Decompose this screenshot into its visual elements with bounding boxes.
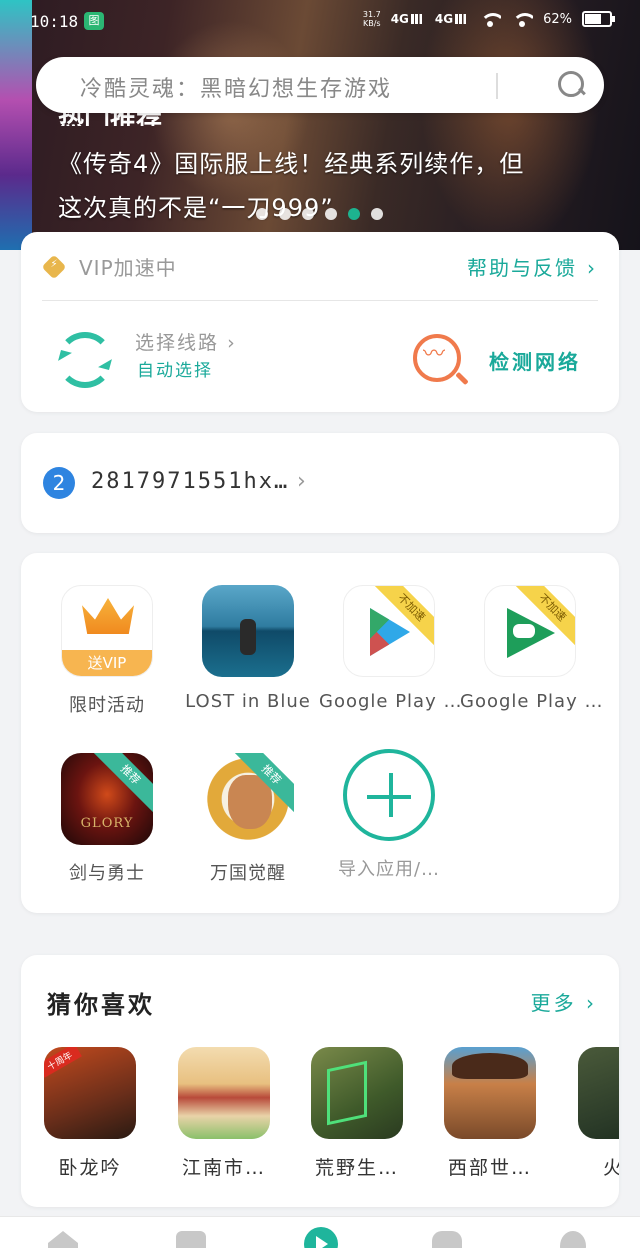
signal-4g-2: 4G	[435, 12, 470, 26]
carousel-dots	[256, 208, 383, 220]
network-detect-button[interactable]: 检测网络	[489, 346, 581, 375]
chevron-right-icon: ›	[586, 991, 597, 1015]
game-item[interactable]: 荒野生…	[302, 1047, 412, 1180]
app-item[interactable]: 不加速 Google Play …	[460, 585, 604, 712]
add-circle-icon[interactable]	[343, 749, 435, 841]
recommended-games-card: 猜你喜欢 更多 › 卧龙吟 江南市… 荒野生… 西部世… 火力	[21, 955, 619, 1207]
accelerated-apps-card: 送VIP 限时活动 LOST in Blue 不加速 Google Play ……	[21, 553, 619, 913]
app-label: 导入应用/…	[337, 859, 441, 880]
hotspot-wifi-icon	[511, 11, 534, 27]
network-speed: 31.7 KB/s	[363, 10, 381, 28]
home-icon[interactable]	[48, 1231, 78, 1248]
game-item[interactable]: 火力	[569, 1047, 619, 1180]
carousel-dot[interactable]	[279, 208, 291, 220]
status-bar: 10:18 图 31.7 KB/s 4G 4G 62%	[0, 0, 640, 44]
section-title: 猜你喜欢	[47, 991, 155, 1019]
game-label: 荒野生…	[314, 1157, 399, 1179]
vip-crown-icon[interactable]: 送VIP	[61, 585, 153, 677]
chevron-right-icon: ›	[227, 332, 237, 354]
vip-acceleration-card: VIP加速中 帮助与反馈 › 选择线路 › 自动选择 检测网络	[21, 232, 619, 412]
app-label: 万国觉醒	[210, 863, 286, 884]
glory-game-icon[interactable]: GLORY 推荐	[61, 753, 153, 845]
recommend-ribbon: 推荐	[91, 753, 153, 814]
vip-status-label: VIP加速中	[79, 256, 177, 280]
game-label: 江南市…	[181, 1157, 266, 1179]
lost-in-blue-icon[interactable]	[202, 585, 294, 677]
account-badge: 2	[43, 467, 75, 499]
network-speed-value: 31.7	[362, 10, 381, 19]
app-item[interactable]: GLORY 推荐 剑与勇士	[37, 753, 177, 885]
refresh-route-icon[interactable]	[57, 332, 113, 388]
status-time: 10:18	[30, 12, 79, 31]
profile-icon[interactable]	[560, 1231, 586, 1248]
google-play-icon[interactable]: 不加速	[343, 585, 435, 677]
google-play-games-icon[interactable]: 不加速	[484, 585, 576, 677]
firepower-icon[interactable]	[578, 1047, 619, 1139]
vip-lightning-icon	[41, 254, 67, 280]
search-placeholder[interactable]: 冷酷灵魂：黑暗幻想生存游戏	[80, 71, 392, 103]
app-item[interactable]: 不加速 Google Play …	[319, 585, 463, 712]
import-app-item[interactable]: 导入应用/…	[319, 749, 459, 881]
battery-icon	[582, 11, 615, 27]
gamepad-shape	[513, 624, 535, 638]
game-item[interactable]: 西部世…	[435, 1047, 545, 1180]
app-label: LOST in Blue	[185, 691, 311, 712]
help-feedback-link[interactable]: 帮助与反馈 ›	[467, 252, 597, 281]
app-item[interactable]: 送VIP 限时活动	[37, 585, 177, 717]
status-indicators: 31.7 KB/s 4G 4G 62%	[363, 10, 615, 28]
crown-shape	[82, 598, 134, 634]
game-item[interactable]: 卧龙吟	[35, 1047, 145, 1180]
chevron-right-icon: ›	[587, 256, 597, 280]
app-item[interactable]: LOST in Blue	[178, 585, 318, 712]
wolongyin-icon[interactable]	[44, 1047, 136, 1139]
game-label: 卧龙吟	[58, 1157, 122, 1179]
wilderness-icon[interactable]	[311, 1047, 403, 1139]
search-icon[interactable]	[558, 71, 584, 97]
glory-logo: GLORY	[80, 816, 134, 831]
app-item[interactable]: 推荐 万国觉醒	[178, 753, 318, 885]
network-speed-unit: KB/s	[362, 19, 381, 28]
route-select-button[interactable]: 选择线路 ›	[135, 328, 237, 355]
play-icon[interactable]	[304, 1227, 338, 1248]
account-name: 2817971551hx…	[91, 469, 290, 494]
game-label: 西部世…	[447, 1157, 532, 1179]
carousel-dot[interactable]	[371, 208, 383, 220]
search-bar[interactable]: 冷酷灵魂：黑暗幻想生存游戏	[36, 57, 604, 113]
game-label: 火力	[602, 1157, 619, 1179]
battery-percent: 62%	[543, 11, 572, 27]
account-card[interactable]: 2 2817971551hx… ›	[21, 433, 619, 533]
app-label: Google Play …	[460, 691, 604, 712]
network-detect-icon[interactable]	[413, 334, 461, 382]
route-value: 自动选择	[137, 361, 213, 381]
box-icon[interactable]	[176, 1231, 206, 1248]
chevron-right-icon[interactable]: ›	[297, 469, 306, 494]
carousel-dot-active[interactable]	[348, 208, 360, 220]
bottom-nav	[0, 1216, 640, 1248]
app-label: 限时活动	[69, 695, 145, 716]
route-select-label: 选择线路	[135, 332, 220, 354]
search-divider	[496, 73, 498, 99]
app-label: 剑与勇士	[69, 863, 145, 884]
carousel-dot[interactable]	[256, 208, 268, 220]
jiangnan-icon[interactable]	[178, 1047, 270, 1139]
game-item[interactable]: 江南市…	[169, 1047, 279, 1180]
notification-app-icon: 图	[84, 12, 104, 30]
help-feedback-label: 帮助与反馈	[467, 256, 577, 280]
carousel-dot[interactable]	[302, 208, 314, 220]
more-label: 更多	[530, 991, 577, 1015]
vip-tag: 送VIP	[62, 650, 152, 676]
divider	[42, 300, 598, 301]
wifi-icon	[479, 11, 502, 27]
rise-of-kingdoms-icon[interactable]: 推荐	[202, 753, 294, 845]
gamepad-icon[interactable]	[432, 1231, 462, 1248]
more-link[interactable]: 更多 ›	[531, 987, 597, 1016]
signal-4g-1: 4G	[391, 12, 426, 26]
westworld-icon[interactable]	[444, 1047, 536, 1139]
app-label: Google Play …	[319, 691, 463, 712]
carousel-dot[interactable]	[325, 208, 337, 220]
